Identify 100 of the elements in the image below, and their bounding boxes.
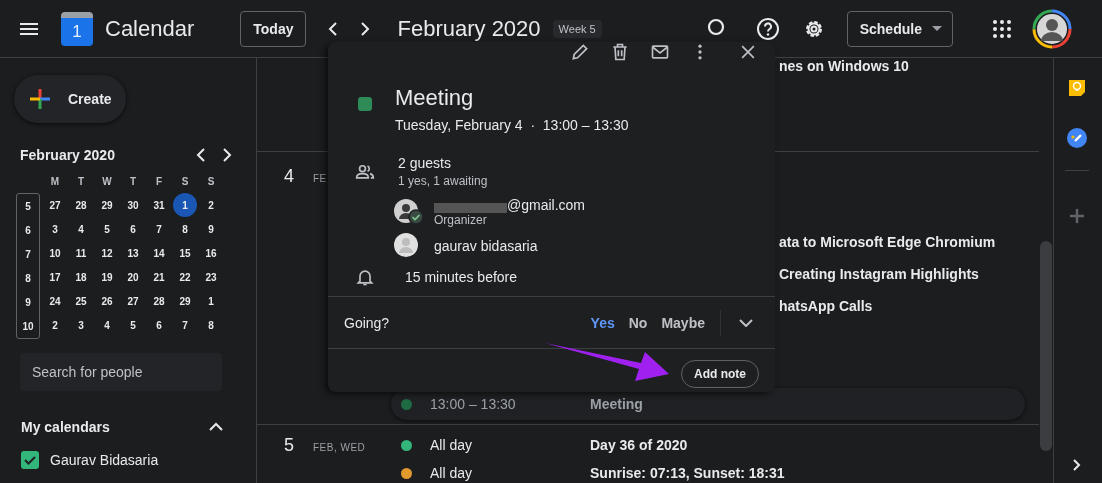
calendar-day[interactable]: 1	[198, 289, 224, 313]
calendar-day[interactable]: 29	[172, 289, 198, 313]
event-title[interactable]: Creating Instagram Highlights	[779, 266, 979, 282]
apps-icon[interactable]	[992, 19, 1011, 38]
calendar-day[interactable]: 1	[173, 193, 197, 217]
calendar-day[interactable]: 9	[198, 217, 224, 241]
week-number[interactable]: 9	[17, 290, 39, 314]
calendar-day[interactable]: 4	[94, 313, 120, 337]
calendar-day[interactable]: 12	[94, 241, 120, 265]
calendar-day[interactable]: 17	[42, 265, 68, 289]
calendar-day[interactable]: 10	[42, 241, 68, 265]
calendar-day[interactable]: 7	[172, 313, 198, 337]
chevron-down-icon[interactable]	[739, 318, 753, 327]
caret-icon[interactable]	[931, 26, 942, 31]
help-icon[interactable]	[755, 16, 780, 41]
weekday-label: F	[154, 174, 164, 189]
calendar-day[interactable]: 16	[198, 241, 224, 265]
app-title: Calendar	[105, 15, 195, 42]
lightbulb-note-icon[interactable]	[1067, 78, 1087, 98]
calendar-day[interactable]: 27	[120, 289, 146, 313]
calendar-day[interactable]: 4	[68, 217, 94, 241]
event-title[interactable]: ata to Microsoft Edge Chromium	[779, 234, 996, 250]
rsvp-option[interactable]: No	[621, 310, 655, 335]
calendar-day[interactable]: 18	[68, 265, 94, 289]
calendar-day[interactable]: 29	[94, 193, 120, 217]
calendar-name[interactable]: Gaurav Bidasaria	[50, 452, 159, 468]
week-number[interactable]: 6	[17, 218, 39, 242]
calendar-day[interactable]: 7	[146, 217, 172, 241]
calendar-day[interactable]: 2	[198, 193, 224, 217]
weekday-label: W	[101, 174, 113, 189]
week-number[interactable]: 10	[17, 314, 39, 338]
calendar-day[interactable]: 21	[146, 265, 172, 289]
menu-icon[interactable]	[20, 22, 38, 35]
check-circle-icon[interactable]	[1067, 128, 1087, 148]
weekday-label: M	[49, 174, 61, 189]
checkbox[interactable]	[21, 451, 39, 469]
calendar-day[interactable]: 6	[120, 217, 146, 241]
event-row[interactable]: All day Sunrise: 07:13, Sunset: 18:31	[391, 459, 1025, 483]
calendar-day[interactable]: 2	[42, 313, 68, 337]
next-month-icon[interactable]	[222, 148, 232, 162]
event-title[interactable]: Sunrise: 07:13, Sunset: 18:31	[590, 465, 785, 481]
week-number[interactable]: 5	[17, 194, 39, 218]
event-time: All day	[430, 465, 474, 481]
mail-icon[interactable]	[650, 42, 670, 62]
calendar-day[interactable]: 26	[94, 289, 120, 313]
event-date-time: Tuesday, February 4 · 13:00 – 13:30	[395, 117, 629, 133]
create-button[interactable]: Create	[14, 75, 126, 123]
calendar-day[interactable]: 14	[146, 241, 172, 265]
day-label: FEB, WED	[313, 442, 366, 453]
calendar-day[interactable]: 20	[120, 265, 146, 289]
rsvp-option[interactable]: Yes	[583, 310, 622, 335]
event-title[interactable]: hatsApp Calls	[779, 298, 873, 314]
weekday-label: T	[76, 174, 86, 189]
rsvp-option[interactable]: Maybe	[654, 310, 712, 335]
rsvp-label: Going?	[344, 314, 390, 331]
calendar-day[interactable]: 3	[42, 217, 68, 241]
calendar-day[interactable]: 31	[146, 193, 172, 217]
next-icon[interactable]	[360, 20, 371, 37]
calendar-day[interactable]: 5	[120, 313, 146, 337]
guest-name: gaurav bidasaria	[434, 238, 538, 254]
event-title[interactable]: Meeting	[590, 396, 643, 412]
today-button[interactable]: Today	[240, 10, 307, 47]
calendar-day[interactable]: 11	[68, 241, 94, 265]
account-avatar[interactable]	[1031, 8, 1072, 49]
trash-icon[interactable]	[610, 42, 630, 62]
day-number[interactable]: 4	[284, 166, 313, 187]
event-title[interactable]: nes on Windows 10	[779, 58, 909, 74]
calendar-day[interactable]: 22	[172, 265, 198, 289]
event-title[interactable]: Day 36 of 2020	[590, 437, 688, 453]
week-number[interactable]: 8	[17, 266, 39, 290]
date-range-title: February 2020	[397, 15, 541, 42]
calendar-day[interactable]: 13	[120, 241, 146, 265]
calendar-day[interactable]: 23	[198, 265, 224, 289]
search-field[interactable]: Search for people	[20, 353, 222, 391]
pencil-icon[interactable]	[570, 42, 590, 62]
calendar-day[interactable]: 28	[68, 193, 94, 217]
calendar-day[interactable]: 19	[94, 265, 120, 289]
guest-role: Organizer	[434, 213, 488, 227]
calendar-day[interactable]: 24	[42, 289, 68, 313]
calendar-day[interactable]: 25	[68, 289, 94, 313]
scrollbar-thumb[interactable]	[1040, 241, 1052, 451]
calendar-day[interactable]: 8	[198, 313, 224, 337]
week-number[interactable]: 7	[17, 242, 39, 266]
calendar-day[interactable]: 15	[172, 241, 198, 265]
calendar-day[interactable]: 27	[42, 193, 68, 217]
view-dropdown[interactable]: Schedule	[846, 10, 953, 47]
calendar-day[interactable]: 28	[146, 289, 172, 313]
calendar-day[interactable]: 5	[94, 217, 120, 241]
calendar-day[interactable]: 8	[172, 217, 198, 241]
calendar-day[interactable]: 30	[120, 193, 146, 217]
expand-icon[interactable]	[1073, 459, 1081, 471]
collapse-icon[interactable]	[209, 422, 223, 432]
day-number[interactable]: 5	[284, 435, 313, 456]
previous-icon[interactable]	[328, 20, 339, 37]
plus-icon[interactable]	[28, 87, 52, 111]
previous-month-icon[interactable]	[196, 148, 206, 162]
calendar-day[interactable]: 6	[146, 313, 172, 337]
selected-event[interactable]: 13:00 – 13:30 Meeting	[391, 388, 1025, 420]
calendar-day[interactable]: 3	[68, 313, 94, 337]
event-row[interactable]: All day Day 36 of 2020	[391, 431, 1025, 459]
